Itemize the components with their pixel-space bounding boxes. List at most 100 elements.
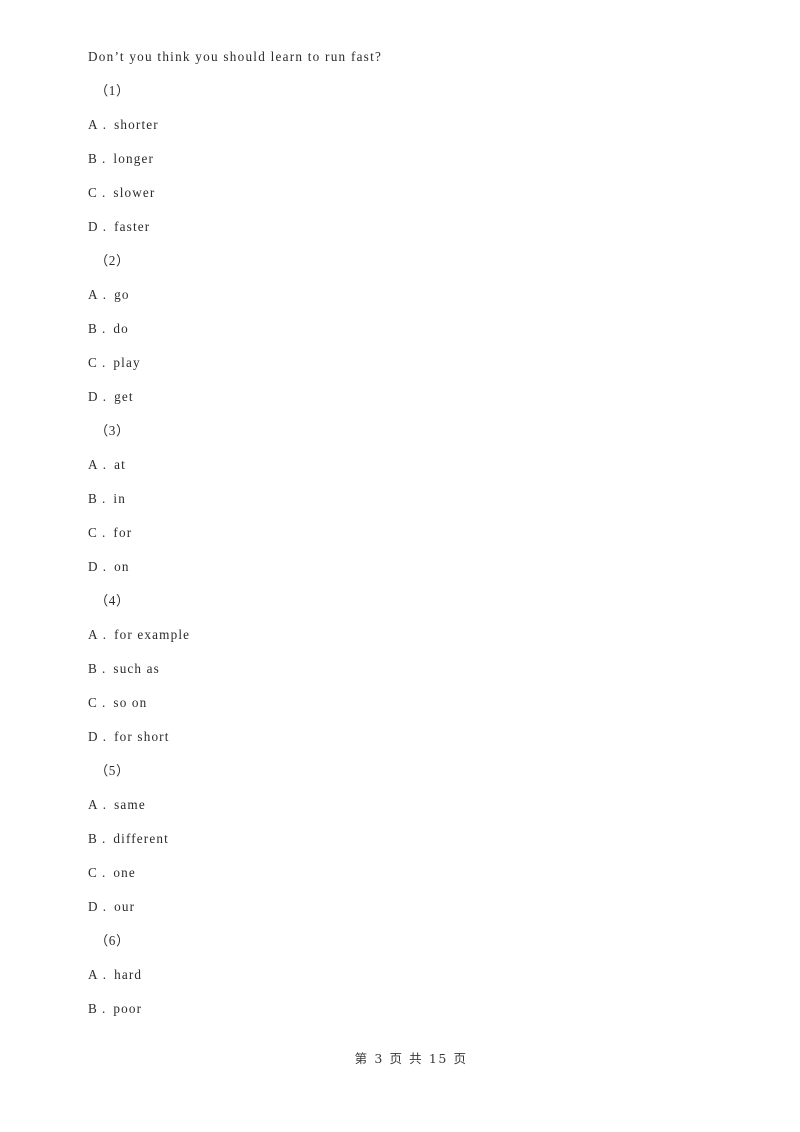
- option-separator: .: [102, 967, 108, 982]
- option-separator: .: [101, 355, 107, 370]
- document-content: Don’t you think you should learn to run …: [88, 50, 748, 1036]
- question-number: （3）: [95, 423, 130, 438]
- answer-option[interactable]: A. go: [88, 288, 748, 322]
- option-letter: B: [88, 151, 98, 166]
- answer-option[interactable]: B. longer: [88, 152, 748, 186]
- answer-option[interactable]: A. shorter: [88, 118, 748, 152]
- option-letter: D: [88, 899, 99, 914]
- option-letter: D: [88, 559, 99, 574]
- option-letter: B: [88, 321, 98, 336]
- option-text: for example: [114, 627, 191, 642]
- question-number: （2）: [95, 253, 130, 268]
- option-letter: D: [88, 219, 99, 234]
- answer-option[interactable]: A. hard: [88, 968, 748, 1002]
- question-block: （2） A. go B. do C. play D. get: [88, 254, 748, 424]
- option-separator: .: [101, 661, 107, 676]
- answer-option[interactable]: C. slower: [88, 186, 748, 220]
- answer-option[interactable]: B. in: [88, 492, 748, 526]
- answer-option[interactable]: D. get: [88, 390, 748, 424]
- option-letter: A: [88, 967, 99, 982]
- option-separator: .: [102, 389, 108, 404]
- question-block: （4） A. for example B. such as C. so on D. for sh…: [88, 594, 748, 764]
- option-text: so on: [113, 695, 148, 710]
- answer-option[interactable]: C. for: [88, 526, 748, 560]
- option-letter: C: [88, 865, 98, 880]
- answer-option[interactable]: C. one: [88, 866, 748, 900]
- questions-container: （1） A. shorter B. longer C. slower D. faster （2） A…: [88, 84, 748, 1036]
- option-separator: .: [101, 491, 107, 506]
- option-separator: .: [101, 151, 107, 166]
- option-text: for: [113, 525, 133, 540]
- option-letter: C: [88, 185, 98, 200]
- answer-option[interactable]: A. at: [88, 458, 748, 492]
- option-letter: D: [88, 389, 99, 404]
- question-stem: Don’t you think you should learn to run …: [88, 49, 383, 64]
- option-text: such as: [113, 661, 160, 676]
- question-block: （3） A. at B. in C. for D. on: [88, 424, 748, 594]
- option-separator: .: [101, 525, 107, 540]
- option-text: slower: [113, 185, 156, 200]
- option-letter: C: [88, 695, 98, 710]
- answer-option[interactable]: B. poor: [88, 1002, 748, 1036]
- option-separator: .: [102, 729, 108, 744]
- option-text: go: [114, 287, 130, 302]
- option-text: one: [113, 865, 136, 880]
- option-text: do: [113, 321, 129, 336]
- option-text: same: [114, 797, 146, 812]
- option-letter: A: [88, 287, 99, 302]
- answer-option[interactable]: C. so on: [88, 696, 748, 730]
- option-text: in: [113, 491, 126, 506]
- answer-option[interactable]: A. for example: [88, 628, 748, 662]
- question-number: （1）: [95, 83, 130, 98]
- option-letter: A: [88, 627, 99, 642]
- question-block: （5） A. same B. different C. one D. our: [88, 764, 748, 934]
- option-letter: B: [88, 661, 98, 676]
- option-letter: B: [88, 831, 98, 846]
- option-text: different: [113, 831, 169, 846]
- option-letter: C: [88, 525, 98, 540]
- option-letter: C: [88, 355, 98, 370]
- document-page: Don’t you think you should learn to run …: [0, 0, 800, 1132]
- option-separator: .: [102, 797, 108, 812]
- answer-option[interactable]: D. on: [88, 560, 748, 594]
- option-separator: .: [102, 117, 108, 132]
- answer-option[interactable]: D. for short: [88, 730, 748, 764]
- option-text: faster: [114, 219, 151, 234]
- option-text: poor: [113, 1001, 143, 1016]
- option-separator: .: [101, 1001, 107, 1016]
- option-text: at: [114, 457, 126, 472]
- option-separator: .: [102, 287, 108, 302]
- answer-option[interactable]: B. such as: [88, 662, 748, 696]
- page-footer-text: 第 3 页 共 15 页: [354, 1051, 468, 1066]
- page-footer: 第 3 页 共 15 页: [0, 1033, 800, 1082]
- option-text: get: [114, 389, 134, 404]
- option-letter: D: [88, 729, 99, 744]
- answer-option[interactable]: B. different: [88, 832, 748, 866]
- option-separator: .: [101, 695, 107, 710]
- question-number: （5）: [95, 763, 130, 778]
- option-letter: A: [88, 797, 99, 812]
- answer-option[interactable]: C. play: [88, 356, 748, 390]
- answer-option[interactable]: B. do: [88, 322, 748, 356]
- option-separator: .: [101, 185, 107, 200]
- option-text: play: [113, 355, 141, 370]
- option-separator: .: [102, 457, 108, 472]
- question-block: （6） A. hard B. poor: [88, 934, 748, 1036]
- option-separator: .: [102, 559, 108, 574]
- option-text: on: [114, 559, 130, 574]
- option-text: for short: [114, 729, 170, 744]
- answer-option[interactable]: A. same: [88, 798, 748, 832]
- option-text: our: [114, 899, 136, 914]
- option-letter: A: [88, 457, 99, 472]
- option-separator: .: [102, 627, 108, 642]
- option-text: shorter: [114, 117, 159, 132]
- option-letter: B: [88, 491, 98, 506]
- option-separator: .: [101, 321, 107, 336]
- option-separator: .: [102, 219, 108, 234]
- option-separator: .: [101, 865, 107, 880]
- question-number: （4）: [95, 593, 130, 608]
- option-letter: A: [88, 117, 99, 132]
- answer-option[interactable]: D. our: [88, 900, 748, 934]
- answer-option[interactable]: D. faster: [88, 220, 748, 254]
- option-text: hard: [114, 967, 143, 982]
